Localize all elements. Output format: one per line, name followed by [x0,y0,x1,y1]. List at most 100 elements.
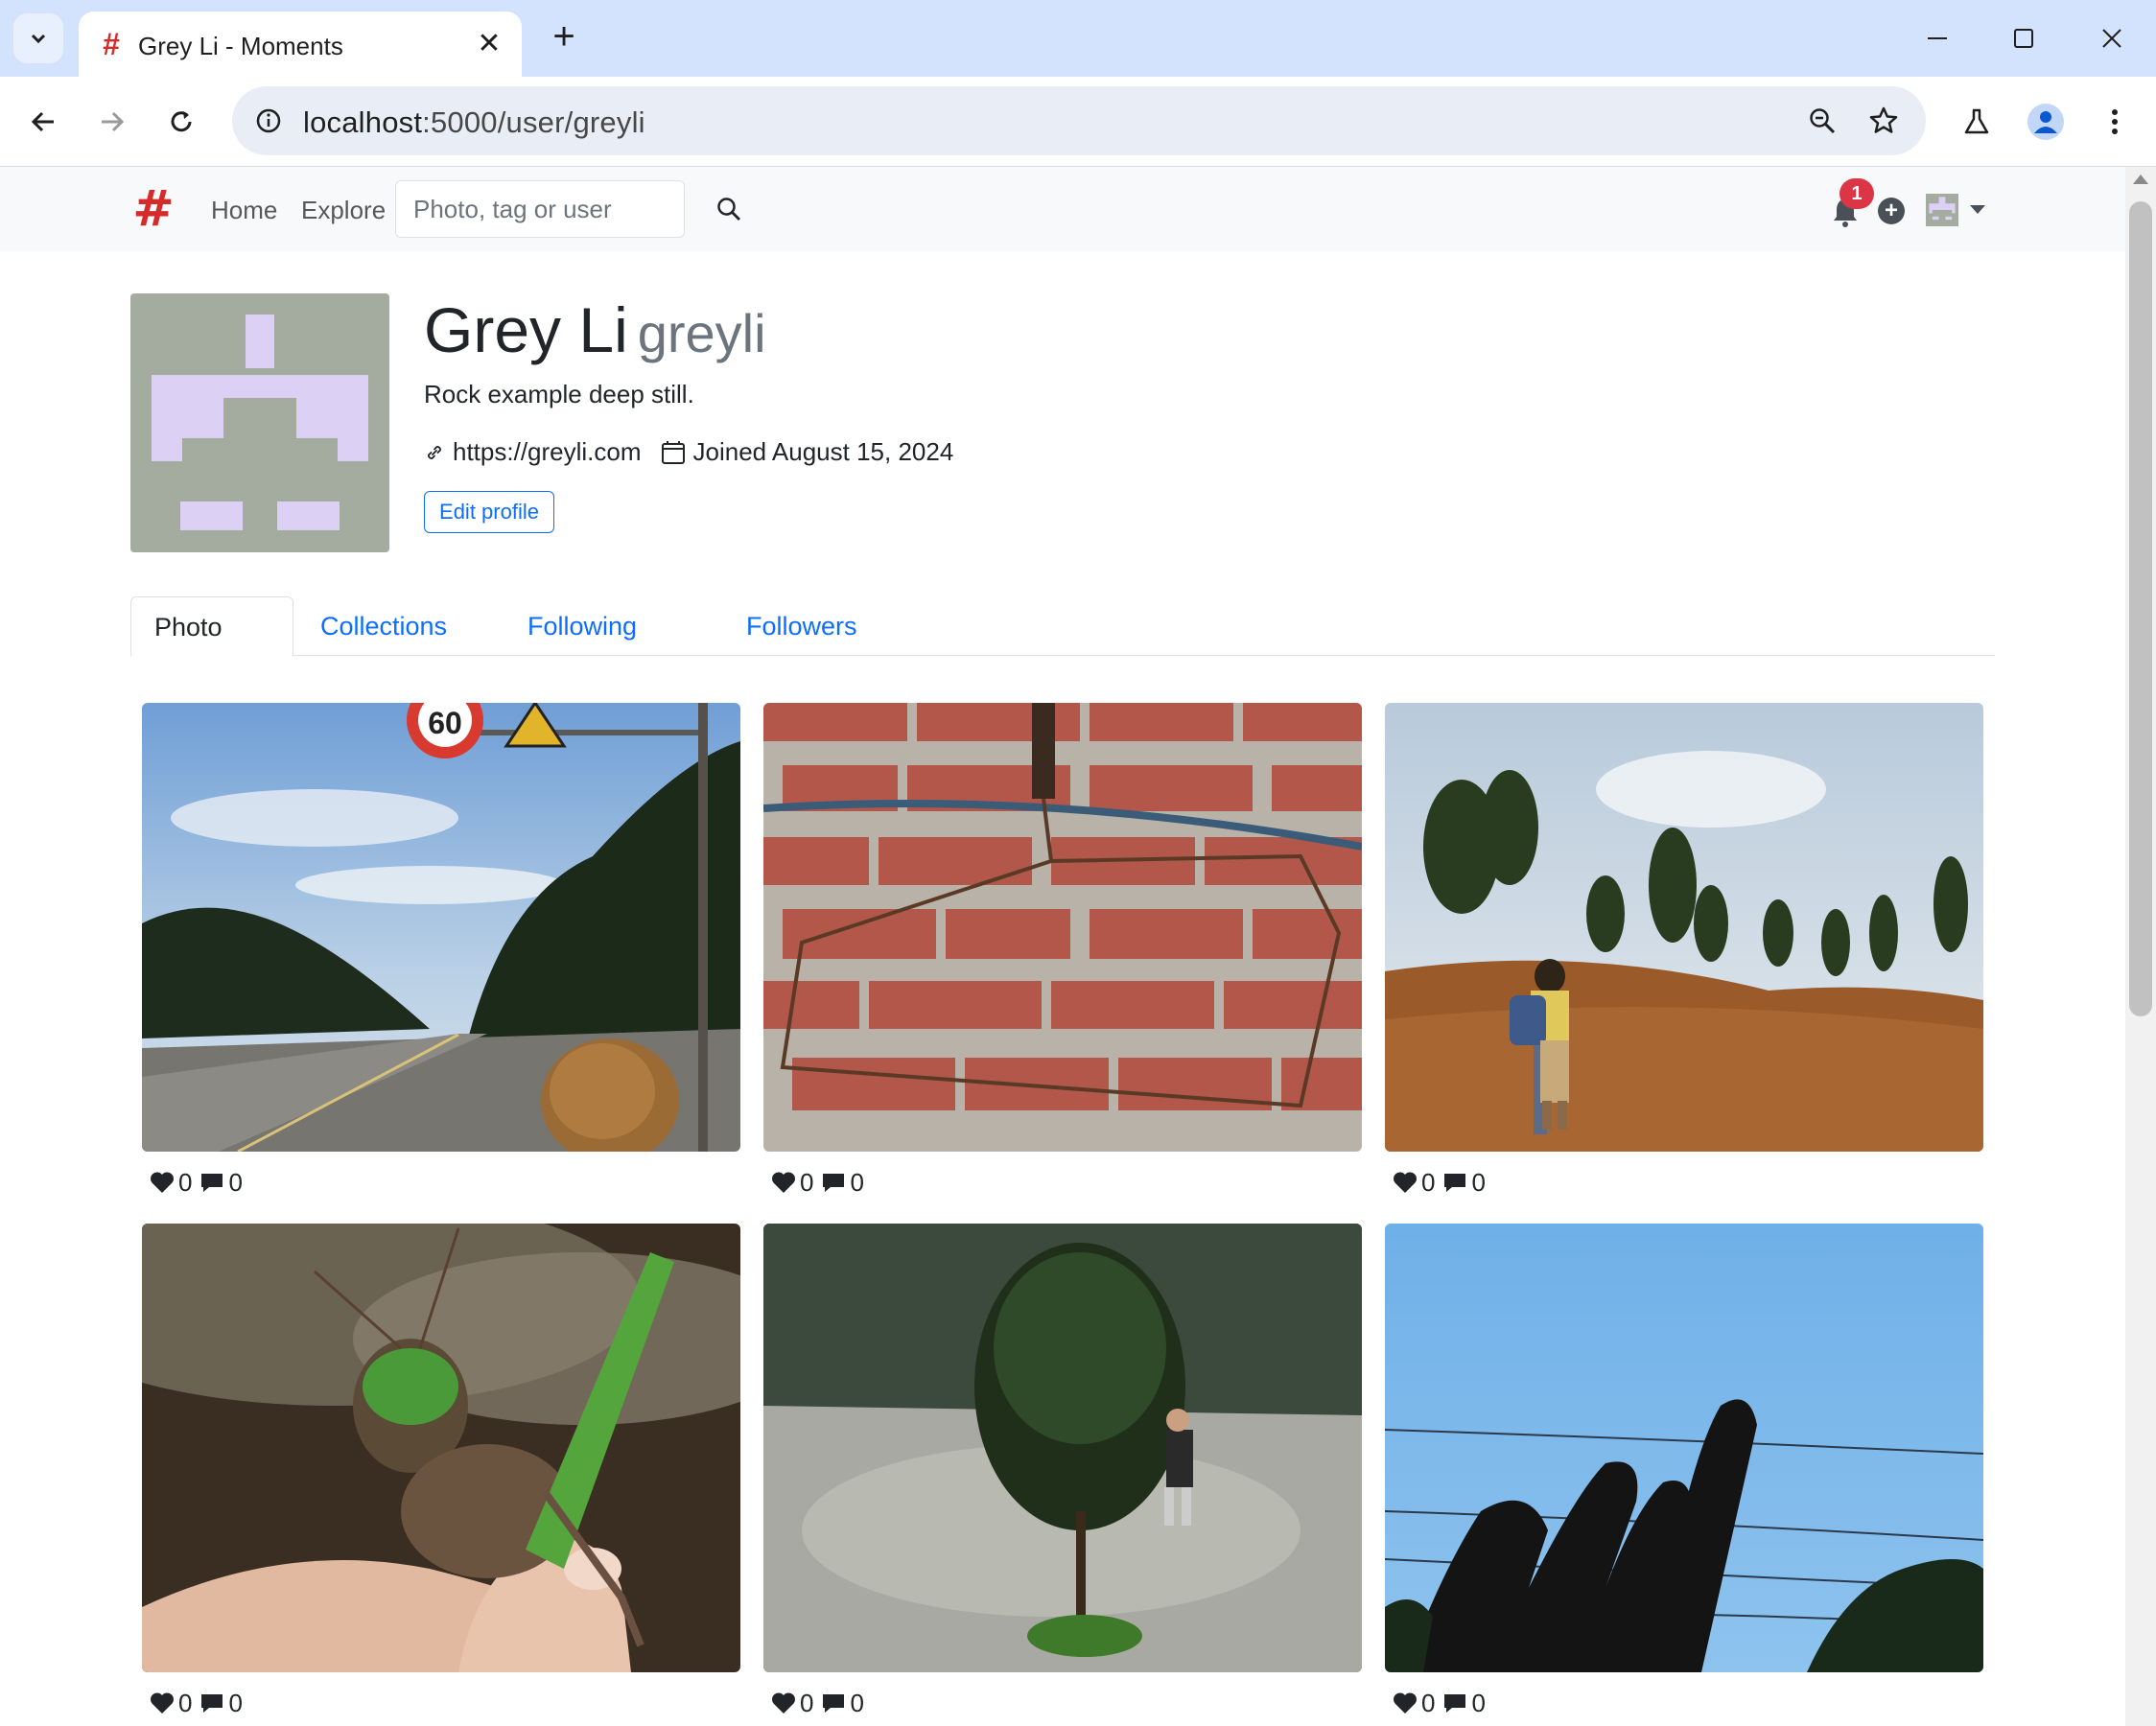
nav-home-link[interactable]: Home [211,196,277,225]
tab-search-button[interactable] [13,13,63,63]
photo-road[interactable]: 60 [142,703,740,1152]
photo-tree-yard[interactable] [763,1224,1362,1672]
user-avatar[interactable] [1926,194,1958,226]
photo-card: 60 0 0 [142,703,740,1213]
comments-count: 0 [228,1167,243,1197]
nav-explore-link[interactable]: Explore [301,196,386,225]
tab-title: Grey Li - Moments [138,32,343,60]
likes-count: 0 [1421,1688,1436,1717]
tab-followers[interactable]: Followers [723,596,880,657]
photo-grasshopper[interactable] [142,1224,740,1672]
comments-count: 0 [228,1688,243,1717]
brand-logo-icon[interactable]: # [130,184,176,234]
profile-name: Grey Li greyli [424,293,766,366]
upload-plus-icon[interactable]: + [1878,198,1905,224]
notification-badge: 1 [1840,178,1874,209]
close-tab-icon[interactable]: ✕ [472,27,506,61]
photo-stats: 0 0 [763,1152,1362,1213]
heart-icon[interactable] [1393,1171,1418,1194]
heart-icon[interactable] [771,1691,796,1714]
profile-joined: Joined August 15, 2024 [661,437,954,467]
labs-flask-icon[interactable] [1953,98,2001,146]
tab-photo[interactable]: Photo [130,596,293,657]
profile-avatar [130,293,389,552]
search-icon[interactable] [708,188,750,230]
photo-stats: 0 0 [763,1672,1362,1726]
search-input[interactable] [395,180,685,238]
site-info-icon[interactable] [249,102,288,140]
photo-stats: 0 0 [142,1672,740,1726]
page-viewport: # Home Explore 1 + Grey Ligreyli Rock ex… [0,167,2125,1726]
comment-icon[interactable] [1442,1691,1467,1714]
scroll-up-arrow-icon[interactable] [2133,175,2148,184]
reload-icon[interactable] [157,98,205,146]
heart-icon[interactable] [771,1171,796,1194]
photo-card: 0 0 [763,1224,1362,1726]
website-link[interactable]: https://greyli.com [453,437,642,467]
likes-count: 0 [800,1688,814,1717]
back-arrow-icon[interactable] [19,98,67,146]
site-navbar: # Home Explore 1 + [0,167,2125,251]
speed-sign-text: 60 [428,706,462,740]
photo-card: 0 0 [1385,1224,1983,1726]
address-bar[interactable]: localhost:5000/user/greyli [232,86,1926,155]
url-text[interactable]: localhost:5000/user/greyli [303,105,645,140]
photo-card: 0 0 [1385,703,1983,1213]
photo-card: 0 0 [142,1224,740,1726]
profile-username: greyli [637,303,766,363]
minimize-icon[interactable] [1910,15,1964,61]
photo-hanger[interactable] [763,703,1362,1152]
heart-icon[interactable] [150,1691,175,1714]
url-path: :5000/user/greyli [422,105,645,139]
profile-account-icon[interactable] [2022,98,2070,146]
comment-icon[interactable] [1442,1171,1467,1194]
profile-meta: https://greyli.com Joined August 15, 202… [424,437,973,467]
page-scrollbar[interactable] [2125,167,2156,1726]
forward-arrow-icon[interactable] [88,98,136,146]
tab-following[interactable]: Following [504,596,660,657]
comment-icon[interactable] [199,1691,224,1714]
chevron-down-icon [31,34,46,44]
kebab-menu-icon[interactable] [2091,98,2139,146]
comments-count: 0 [850,1167,864,1197]
comments-count: 0 [1471,1688,1486,1717]
joined-date: Joined August 15, 2024 [692,437,954,466]
comment-icon[interactable] [821,1171,846,1194]
comments-count: 0 [1471,1167,1486,1197]
photo-child-hill[interactable] [1385,703,1983,1152]
edit-profile-button[interactable]: Edit profile [424,491,554,533]
photo-stats: 0 0 [1385,1672,1983,1726]
bookmark-star-icon[interactable] [1863,100,1905,142]
zoom-icon[interactable] [1801,100,1843,142]
browser-tab-active[interactable]: # Grey Li - Moments ✕ [79,12,522,77]
profile-website[interactable]: https://greyli.com [424,437,642,467]
url-host: localhost [303,105,423,139]
caret-down-icon[interactable] [1970,205,1985,214]
likes-count: 0 [800,1167,814,1197]
likes-count: 0 [178,1167,193,1197]
close-window-icon[interactable] [2085,15,2139,61]
heart-icon[interactable] [150,1171,175,1194]
new-tab-button[interactable]: + [543,17,585,59]
photo-stats: 0 0 [142,1152,740,1213]
photo-card: 0 0 [763,703,1362,1213]
browser-toolbar: localhost:5000/user/greyli [0,77,2156,167]
likes-count: 0 [178,1688,193,1717]
comment-icon[interactable] [821,1691,846,1714]
link-icon [428,445,441,459]
scrollbar-thumb[interactable] [2129,201,2152,1016]
profile-bio: Rock example deep still. [424,380,694,408]
comments-count: 0 [850,1688,864,1717]
calendar-icon [661,440,685,464]
maximize-icon[interactable] [1997,15,2051,61]
moments-favicon-icon: # [103,27,120,61]
comment-icon[interactable] [199,1171,224,1194]
browser-tab-strip: # Grey Li - Moments ✕ + [0,0,2156,77]
photo-hand-sky[interactable] [1385,1224,1983,1672]
photo-stats: 0 0 [1385,1152,1983,1213]
heart-icon[interactable] [1393,1691,1418,1714]
likes-count: 0 [1421,1167,1436,1197]
profile-display-name: Grey Li [424,294,628,365]
tab-collections[interactable]: Collections [297,596,470,657]
profile-tabs: Photo Collections Following Followers [130,596,1995,657]
